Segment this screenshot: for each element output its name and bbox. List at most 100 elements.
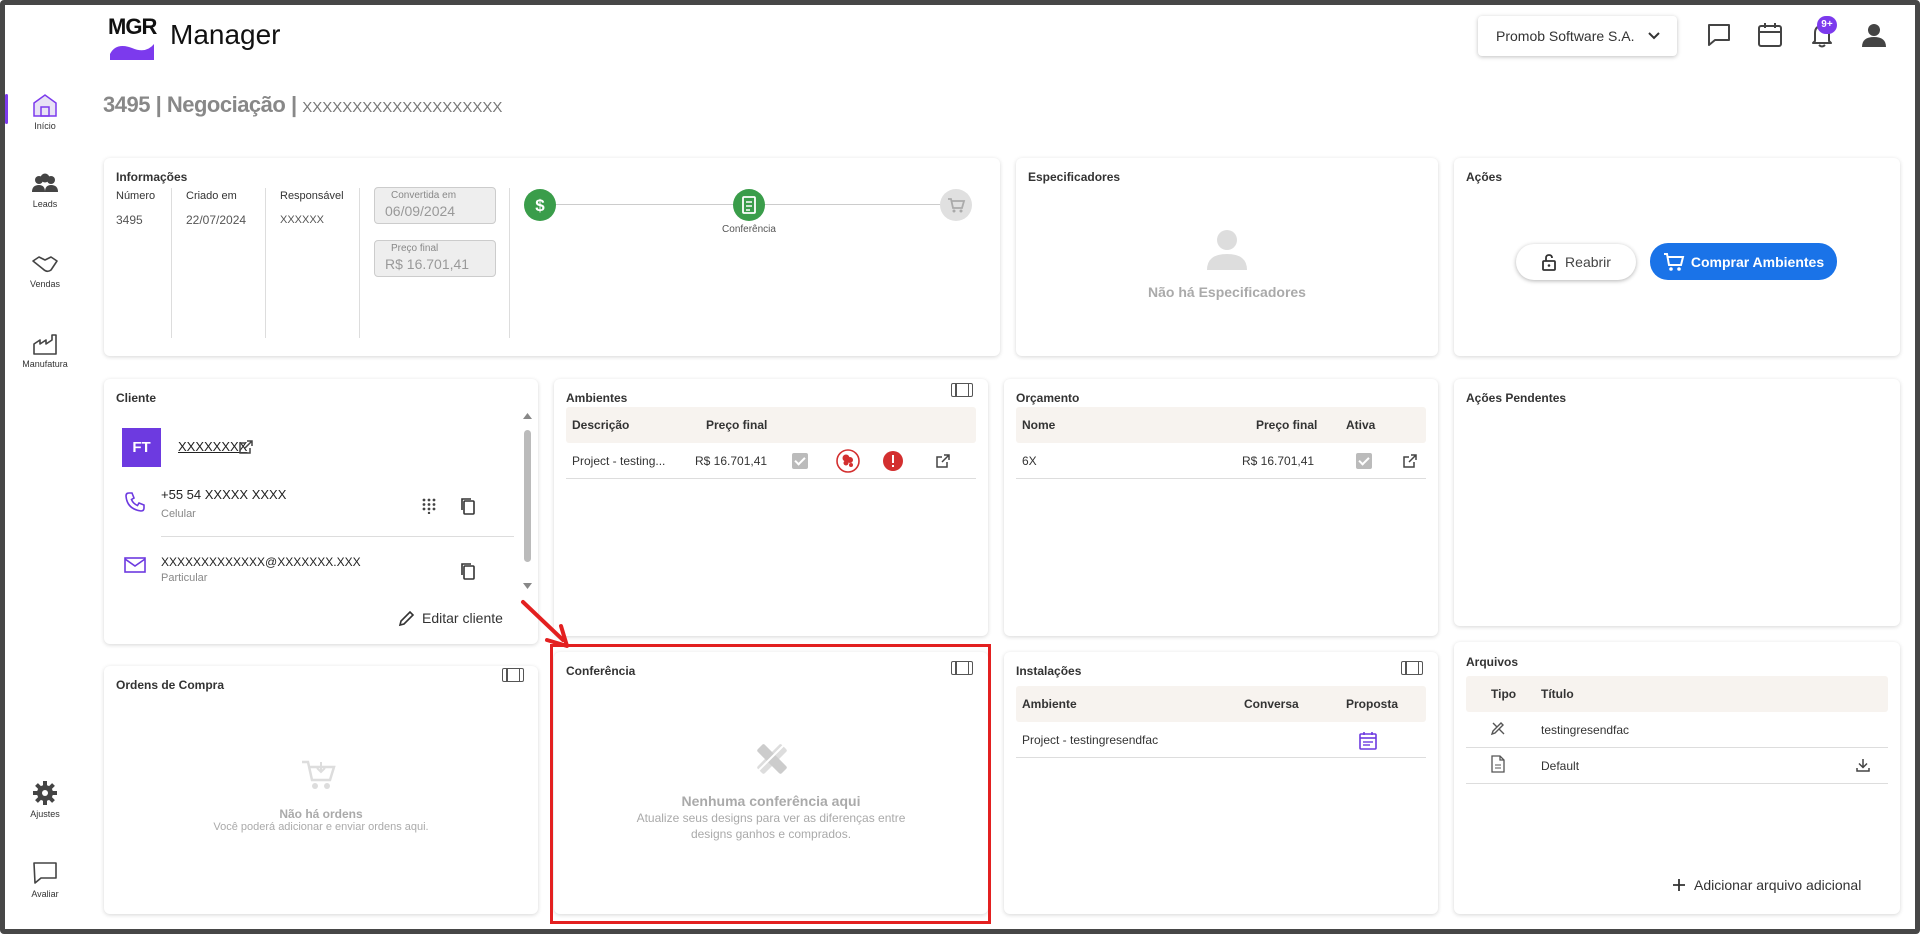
acoes-pendentes-card: Ações Pendentes: [1454, 379, 1900, 626]
sidebar-item-inicio[interactable]: Início: [5, 92, 85, 131]
sidebar-label-manufatura: Manufatura: [22, 359, 68, 369]
responsavel-label: Responsável: [280, 190, 344, 202]
sidebar-item-avaliar[interactable]: Avaliar: [5, 860, 85, 899]
ambientes-card: Ambientes Descrição Preço final Project …: [554, 379, 988, 636]
reabrir-label: Reabrir: [1565, 254, 1611, 270]
open-external-icon[interactable]: [935, 453, 951, 469]
deal-stage: Negociação: [166, 92, 286, 117]
app-title: Manager: [170, 19, 281, 50]
sidebar-item-leads[interactable]: Leads: [5, 172, 85, 209]
calendar-icon[interactable]: [1755, 20, 1785, 50]
proposal-calendar-icon[interactable]: [1358, 730, 1378, 750]
info-title: Informações: [116, 170, 188, 184]
reabrir-button[interactable]: Reabrir: [1516, 244, 1636, 280]
app-logo[interactable]: MGR: [106, 12, 158, 62]
instalacoes-title: Instalações: [1016, 664, 1082, 678]
open-external-icon[interactable]: [238, 439, 254, 455]
col-preco-final: Preço final: [1256, 418, 1318, 432]
download-icon[interactable]: [1856, 758, 1870, 772]
cart-icon: [1663, 252, 1685, 271]
arquivos-title: Arquivos: [1466, 655, 1519, 669]
gear-icon: [33, 781, 57, 805]
table-row[interactable]: Project - testingresendfac: [1016, 722, 1426, 758]
sidebar-label-ajustes: Ajustes: [30, 809, 60, 819]
checkbox-icon[interactable]: [792, 453, 808, 469]
col-proposta: Proposta: [1346, 697, 1399, 711]
ordens-title: Ordens de Compra: [116, 678, 225, 692]
expand-panel-icon[interactable]: [502, 668, 524, 682]
col-nome: Nome: [1022, 418, 1056, 432]
scroll-up-icon[interactable]: [523, 412, 532, 420]
add-file-label: Adicionar arquivo adicional: [1694, 877, 1862, 893]
table-row[interactable]: Project - testing... R$ 16.701,41: [566, 443, 976, 479]
sidebar: Início Leads Vendas Manufatura Ajustes A…: [5, 80, 85, 929]
sidebar-item-ajustes[interactable]: Ajustes: [5, 780, 85, 819]
numero-value: 3495: [116, 213, 143, 227]
sidebar-item-vendas[interactable]: Vendas: [5, 252, 85, 289]
copy-icon[interactable]: [460, 562, 476, 580]
edit-client-button[interactable]: Editar cliente: [398, 609, 503, 627]
dialpad-icon[interactable]: [422, 498, 436, 514]
ambientes-table-header: Descrição Preço final: [566, 407, 976, 443]
orcamento-table-header: Nome Preço final Ativa: [1016, 407, 1426, 443]
message-icon[interactable]: [1704, 20, 1734, 50]
convertida-value: 06/09/2024: [385, 203, 456, 219]
client-name-link[interactable]: XXXXXXXX: [178, 439, 247, 454]
scroll-thumb[interactable]: [524, 430, 531, 562]
client-scrollbar[interactable]: [523, 412, 532, 590]
col-tipo: Tipo: [1491, 687, 1517, 701]
expand-panel-icon[interactable]: [1401, 661, 1423, 675]
deal-subtitle: XXXXXXXXXXXXXXXXXXXX: [302, 99, 503, 116]
comprar-ambientes-button[interactable]: Comprar Ambientes: [1650, 243, 1837, 280]
comprar-label: Comprar Ambientes: [1690, 253, 1825, 270]
error-icon[interactable]: [883, 451, 903, 471]
instalacoes-table-header: Ambiente Conversa Proposta: [1016, 686, 1426, 722]
preco-final-value: R$ 16.701,41: [385, 256, 470, 272]
preco-final-field: Preço final R$ 16.701,41: [374, 240, 496, 277]
clipboard-step-icon[interactable]: [733, 189, 765, 221]
lock-open-icon: [1542, 254, 1556, 271]
svg-text:$: $: [535, 196, 545, 215]
table-row[interactable]: Default: [1466, 748, 1888, 784]
checkbox-icon[interactable]: [1356, 453, 1372, 469]
copy-icon[interactable]: [460, 497, 476, 515]
conferencia-card: Conferência Nenhuma conferência aqui Atu…: [554, 652, 988, 914]
pencil-icon: [398, 610, 415, 627]
conferencia-empty: Nenhuma conferência aqui: [681, 793, 861, 809]
phone-icon: [125, 492, 145, 512]
orcamento-preco: R$ 16.701,41: [1242, 454, 1315, 468]
table-row[interactable]: 6X R$ 16.701,41: [1016, 443, 1426, 479]
deal-number: 3495: [103, 92, 150, 117]
info-card: Informações Número 3495 Criado em 22/07/…: [104, 158, 1000, 356]
promob-logo-icon[interactable]: [836, 449, 860, 473]
mail-icon: [124, 557, 146, 573]
divider: [359, 188, 360, 338]
user-avatar-icon[interactable]: [1859, 20, 1889, 50]
scroll-down-icon[interactable]: [523, 582, 532, 590]
client-avatar: FT: [122, 428, 161, 467]
add-file-button[interactable]: Adicionar arquivo adicional: [1672, 877, 1861, 893]
expand-panel-icon[interactable]: [951, 383, 973, 397]
open-external-icon[interactable]: [1402, 453, 1418, 469]
dollar-step-icon[interactable]: $: [524, 189, 556, 221]
client-phone-type: Celular: [161, 508, 196, 520]
file-title: testingresendfac: [1541, 723, 1630, 737]
criado-label: Criado em: [186, 190, 237, 202]
divider: [509, 188, 510, 338]
divider: [171, 188, 172, 338]
document-file-icon: [1491, 755, 1505, 773]
cliente-card: Cliente FT XXXXXXXX +55 54 XXXXX XXXX Ce…: [104, 379, 538, 644]
expand-panel-icon[interactable]: [951, 661, 973, 675]
company-selector[interactable]: Promob Software S.A.: [1478, 16, 1677, 56]
sidebar-item-manufatura[interactable]: Manufatura: [5, 332, 85, 369]
divider: [161, 536, 514, 537]
cart-step-icon[interactable]: [940, 189, 972, 221]
ordens-empty: Não há ordens: [279, 807, 363, 821]
instalacoes-card: Instalações Ambiente Conversa Proposta P…: [1004, 652, 1438, 914]
numero-label: Número: [116, 190, 156, 202]
conferencia-title: Conferência: [566, 664, 636, 678]
company-name: Promob Software S.A.: [1496, 28, 1635, 44]
design-tools-icon: [752, 739, 790, 777]
table-row[interactable]: testingresendfac: [1466, 712, 1888, 748]
orcamento-title: Orçamento: [1016, 391, 1080, 405]
